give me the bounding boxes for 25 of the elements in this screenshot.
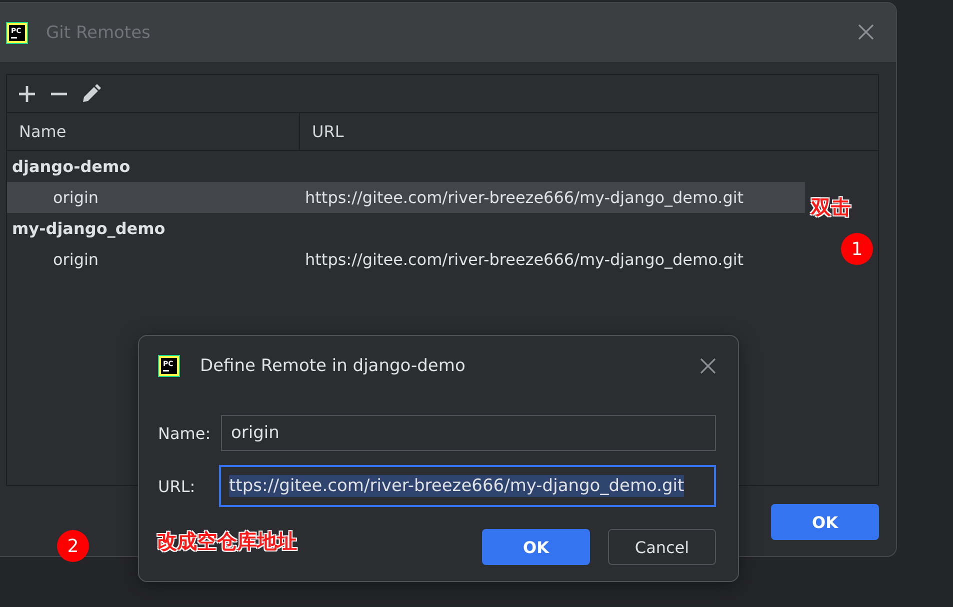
close-icon[interactable]	[858, 24, 874, 40]
annotation-text: 双击	[811, 194, 851, 221]
edit-pencil-icon[interactable]	[81, 84, 101, 104]
repository-name: django-demo	[11, 156, 132, 178]
remote-name: origin	[52, 250, 100, 269]
ok-button[interactable]: OK	[482, 529, 590, 565]
cancel-button[interactable]: Cancel	[608, 529, 716, 565]
annotation-text: 改成空仓库地址	[157, 528, 297, 555]
column-header[interactable]: Name	[7, 113, 300, 150]
window-title: Git Remotes	[46, 22, 152, 42]
field-label: URL:	[158, 476, 196, 496]
add-icon[interactable]	[17, 84, 37, 104]
column-header[interactable]: URL	[300, 113, 878, 150]
input-field[interactable]: ttps://gitee.com/river-breeze666/my-django_demo.git	[219, 465, 716, 507]
repository-name: my-django_demo	[11, 218, 166, 240]
input-field[interactable]: origin	[221, 415, 716, 451]
dialog-title: Define Remote in django-demo	[200, 356, 466, 376]
remote-url: https://gitee.com/river-breeze666/my-django_demo.git	[304, 250, 745, 269]
remote-name: origin	[52, 188, 100, 207]
remote-row[interactable]: origin https://gitee.com/river-breeze666/my-django_demo.git	[7, 244, 805, 275]
ok-button[interactable]: OK	[771, 504, 879, 540]
field-label: Name:	[158, 424, 212, 442]
remote-url: https://gitee.com/river-breeze666/my-django_demo.git	[304, 188, 745, 207]
remote-row[interactable]: origin https://gitee.com/river-breeze666/my-django_demo.git	[7, 182, 805, 213]
close-icon[interactable]	[700, 358, 716, 374]
